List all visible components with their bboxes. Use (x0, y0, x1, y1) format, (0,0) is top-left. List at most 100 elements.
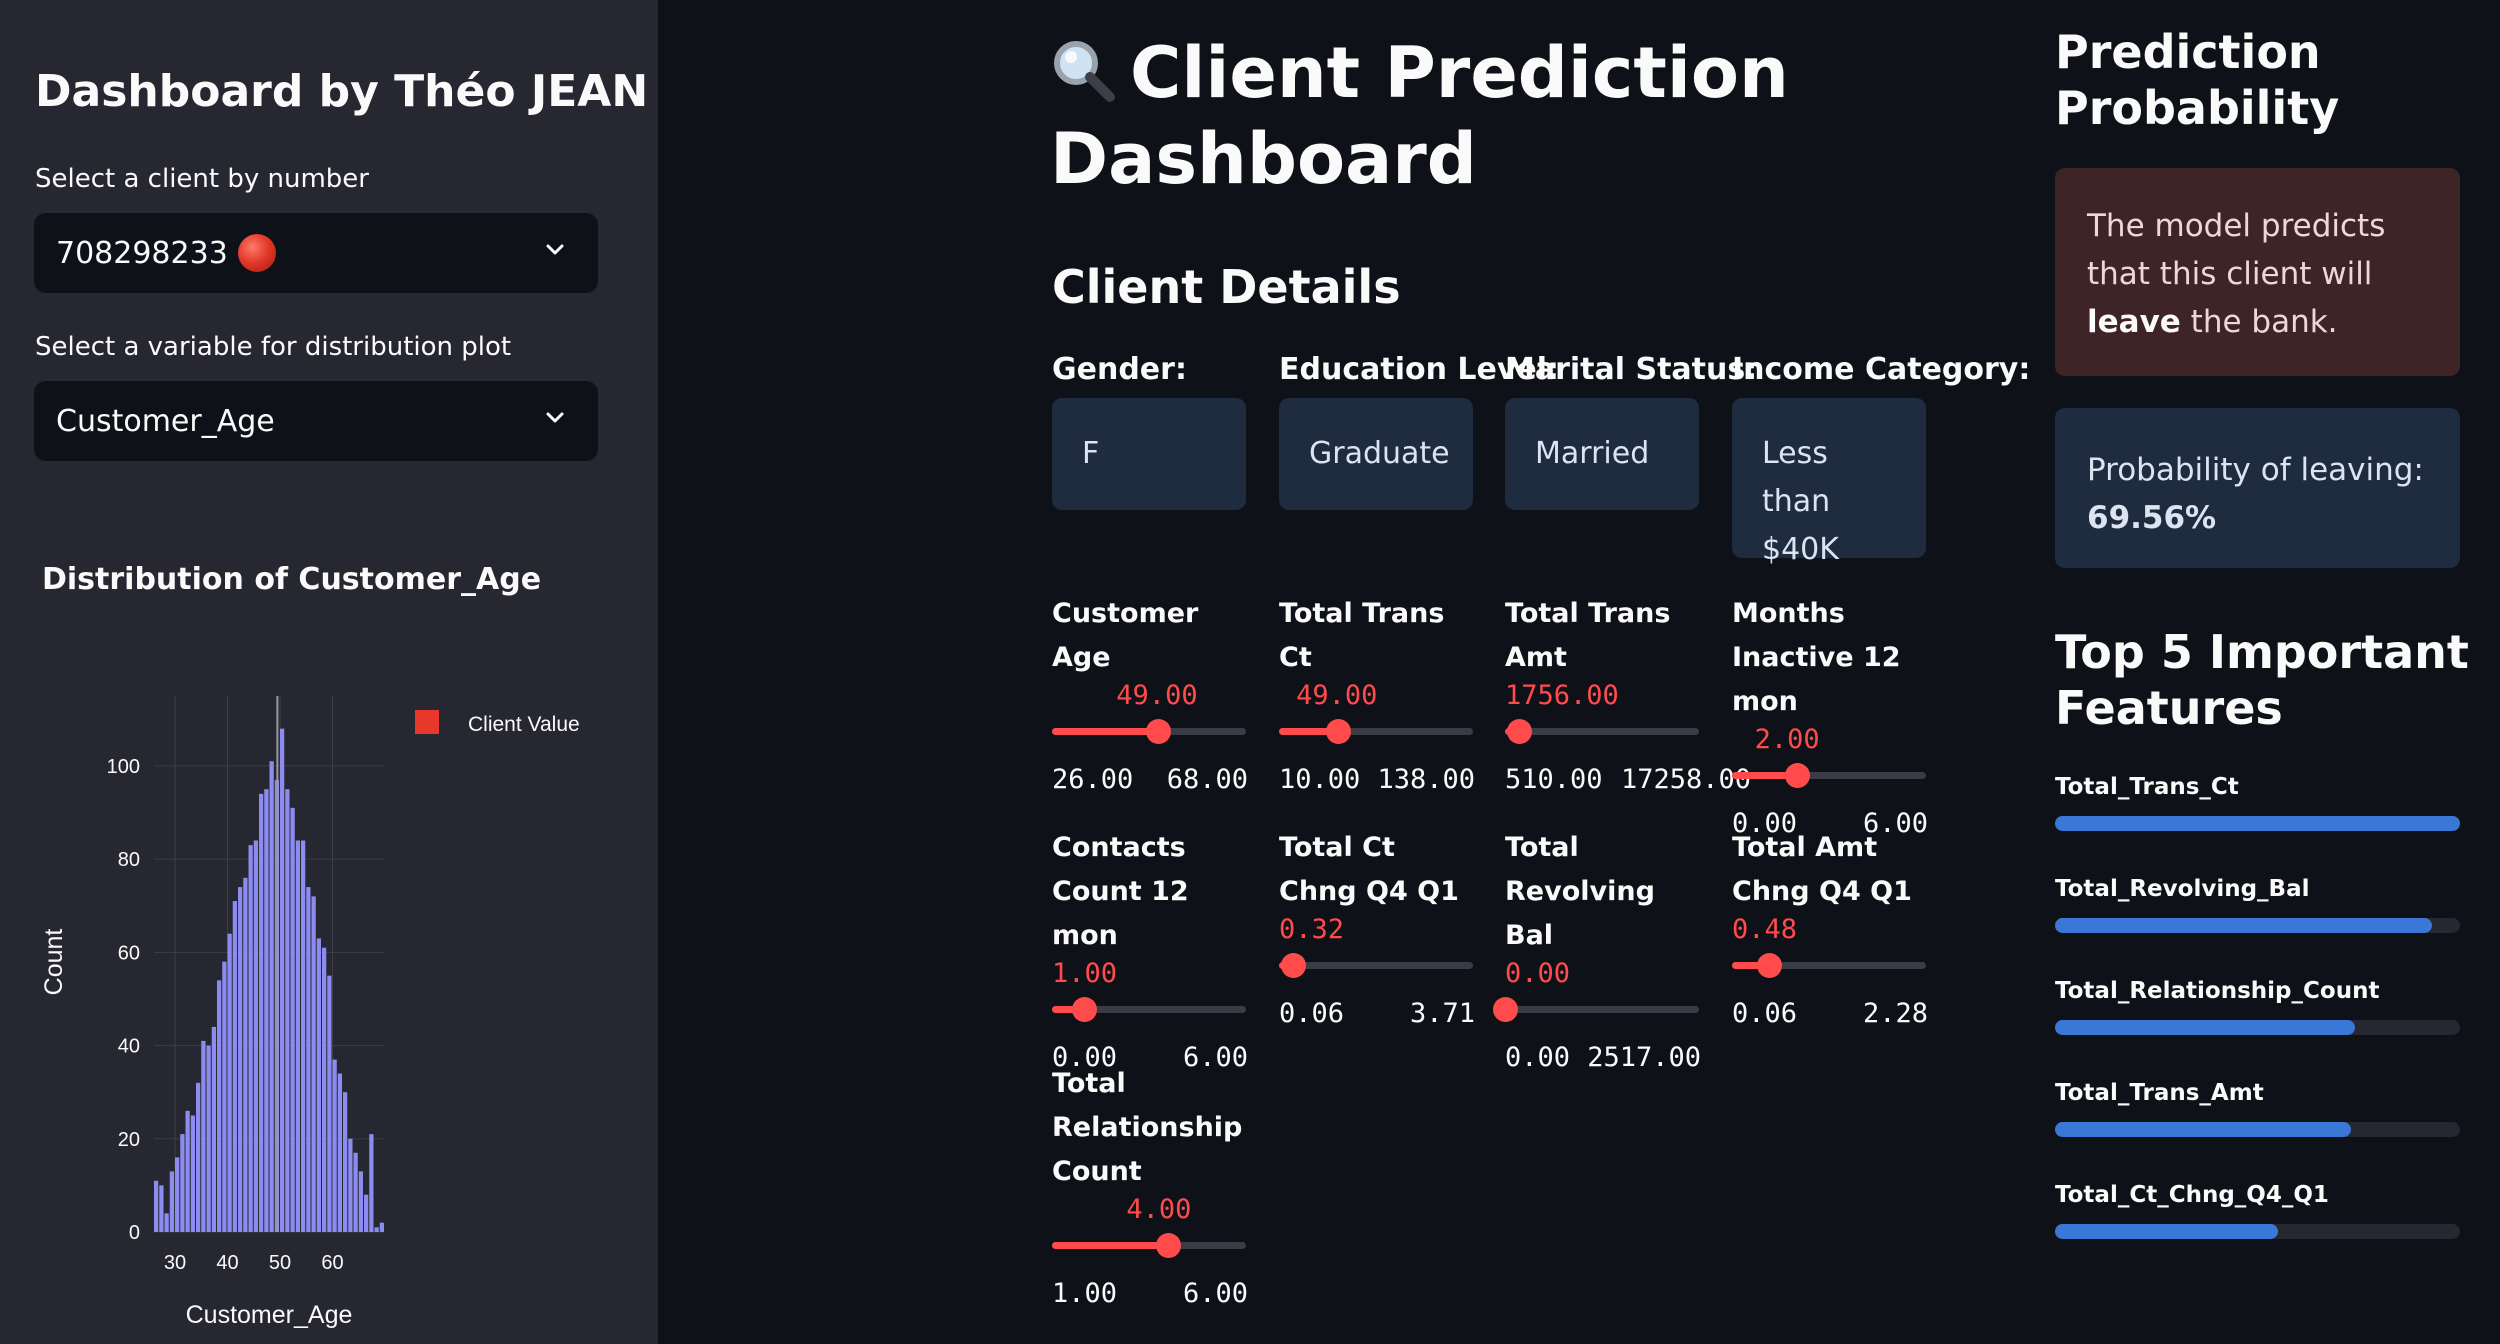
histogram-bar (364, 1194, 369, 1232)
slider-min: 0.00 (1505, 1042, 1571, 1073)
metric-slider[interactable]: 1.00 0.00 6.00 (1052, 958, 1248, 1073)
probability-label: Probability of leaving: (2087, 452, 2424, 488)
slider-thumb[interactable] (1784, 763, 1810, 788)
gender-value-box: F (1052, 398, 1246, 510)
slider-min: 0.06 (1279, 998, 1345, 1029)
metric-label: Contacts Count 12 mon (1052, 832, 1189, 951)
histogram-bar (201, 1040, 206, 1232)
metric-label: Total Trans Amt (1505, 598, 1671, 673)
red-circle-icon (237, 234, 276, 272)
y-axis-label: Count (40, 929, 68, 996)
metric-slider[interactable]: 0.48 0.06 2.28 (1732, 914, 1928, 1029)
histogram-bar (322, 947, 327, 1232)
slider-value: 1.00 (1052, 958, 1118, 989)
education-value: Graduate (1309, 436, 1450, 471)
histogram-bar (301, 840, 306, 1232)
slider-thumb[interactable] (1146, 719, 1172, 744)
metric-slider[interactable]: 1756.00 510.00 17258.00 (1505, 680, 1751, 795)
slider-thumb[interactable] (1156, 1233, 1182, 1258)
slider-value: 49.00 (1116, 680, 1198, 711)
histogram-bar (316, 938, 321, 1232)
probability-info: Probability of leaving: 69.56% (2055, 408, 2460, 568)
slider-max: 6.00 (1182, 1278, 1248, 1309)
feature-item: Total_Trans_Amt (2055, 1080, 2460, 1137)
prediction-alert: The model predicts that this client will… (2055, 168, 2460, 376)
histogram-bar (379, 1222, 384, 1232)
feature-item: Total_Relationship_Count (2055, 978, 2460, 1035)
x-tick-label: 40 (216, 1252, 238, 1274)
metric-total-revolving-bal: Total Revolving Bal 0.00 0.00 2517.00 (1493, 826, 1701, 1073)
histogram-bar (164, 1213, 169, 1232)
metric-slider[interactable]: 0.32 0.06 3.71 (1279, 914, 1475, 1029)
feature-name: Total_Ct_Chng_Q4_Q1 (2055, 1182, 2329, 1208)
y-tick-label: 60 (118, 942, 140, 964)
metric-slider[interactable]: 2.00 0.00 6.00 (1732, 724, 1928, 839)
feature-item: Total_Revolving_Bal (2055, 876, 2460, 933)
magnifying-glass-icon (1050, 36, 1116, 102)
gender-label: Gender: (1052, 352, 1187, 387)
metric-months-inactive: Months Inactive 12 mon 2.00 0.00 6.00 (1732, 592, 1928, 839)
legend-marker (415, 710, 439, 734)
metric-slider[interactable]: 49.00 10.00 138.00 (1279, 680, 1475, 795)
histogram-bar (196, 1082, 201, 1232)
histogram-bar (206, 1045, 211, 1232)
slider-min: 510.00 (1505, 764, 1603, 795)
slider-max: 138.00 (1377, 764, 1475, 795)
y-tick-label: 40 (118, 1036, 140, 1058)
slider-thumb[interactable] (1072, 997, 1098, 1022)
client-select[interactable]: 708298233 (34, 213, 598, 293)
metric-label: Total Revolving Bal (1505, 832, 1655, 951)
histogram-bar (327, 975, 332, 1232)
prediction-probability-heading: Prediction Probability (2055, 25, 2340, 135)
slider-max: 68.00 (1166, 764, 1248, 795)
histogram-bar (259, 793, 264, 1232)
feature-name: Total_Revolving_Bal (2055, 876, 2310, 902)
marital-value: Married (1535, 436, 1650, 471)
slider-value: 1756.00 (1505, 680, 1619, 711)
slider-thumb[interactable] (1280, 953, 1306, 978)
histogram-bar (227, 933, 232, 1232)
x-tick-label: 60 (321, 1252, 343, 1274)
histogram-bar (306, 887, 311, 1232)
histogram-bar (264, 789, 269, 1232)
slider-fill (1052, 728, 1159, 735)
histogram-bar (332, 1059, 337, 1232)
metric-total-ct-chng: Total Ct Chng Q4 Q1 0.32 0.06 3.71 (1279, 826, 1475, 1029)
slider-thumb[interactable] (1326, 719, 1352, 744)
variable-select-value: Customer_Age (56, 403, 275, 439)
histogram-bar (180, 1134, 185, 1232)
feature-bar-fill (2055, 918, 2432, 933)
variable-select[interactable]: Customer_Age (34, 381, 598, 461)
income-category-label: Income Category: (1732, 352, 2031, 387)
feature-bar-fill (2055, 816, 2460, 831)
slider-thumb[interactable] (1756, 953, 1782, 978)
histogram-bar (295, 840, 300, 1232)
metric-slider[interactable]: 0.00 0.00 2517.00 (1493, 958, 1701, 1073)
page-title-text: Client Prediction Dashboard (1050, 32, 1789, 200)
slider-max: 2517.00 (1587, 1042, 1701, 1073)
client-details-heading: Client Details (1052, 260, 1401, 314)
metric-total-trans-amt: Total Trans Amt 1756.00 510.00 17258.00 (1505, 592, 1751, 795)
histogram-bar (253, 840, 258, 1232)
slider-max: 2.28 (1862, 998, 1928, 1029)
income-value-box: Less than $40K (1732, 398, 1926, 567)
slider-thumb[interactable] (1507, 719, 1533, 744)
slider-value: 0.00 (1505, 958, 1571, 989)
histogram-bar (311, 896, 316, 1232)
education-value-box: Graduate (1279, 398, 1473, 510)
variable-select-label: Select a variable for distribution plot (35, 332, 512, 362)
y-tick-label: 20 (118, 1129, 140, 1151)
slider-thumb[interactable] (1493, 997, 1518, 1022)
metric-slider[interactable]: 49.00 26.00 68.00 (1052, 680, 1248, 795)
slider-min: 26.00 (1052, 764, 1134, 795)
metric-label: Total Trans Ct (1279, 598, 1445, 673)
histogram-bar (369, 1134, 374, 1232)
slider-value: 0.32 (1279, 914, 1345, 945)
metric-slider[interactable]: 4.00 1.00 6.00 (1052, 1194, 1248, 1309)
y-tick-label: 100 (107, 756, 140, 778)
prediction-text-pre: The model predicts that this client will (2087, 208, 2386, 292)
metric-label: Months Inactive 12 mon (1732, 598, 1901, 717)
histogram-bar (159, 1185, 164, 1232)
x-tick-label: 30 (164, 1252, 186, 1274)
slider-min: 1.00 (1052, 1278, 1118, 1309)
